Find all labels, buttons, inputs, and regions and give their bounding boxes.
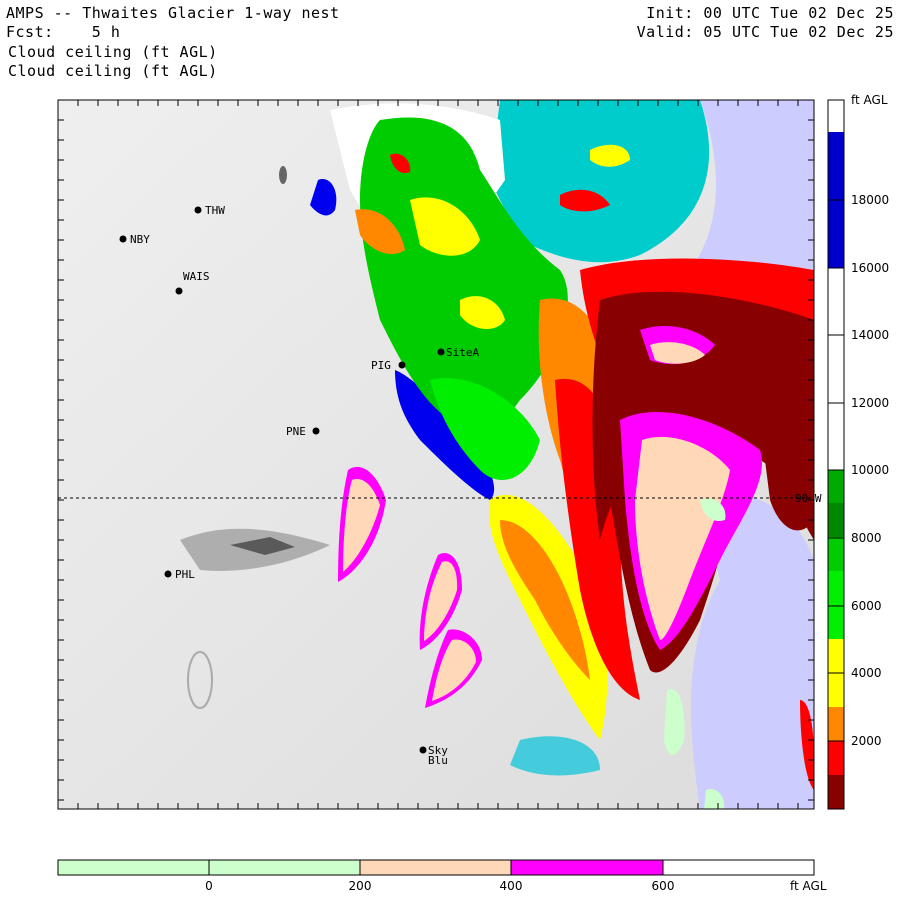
colorbar-bottom-tick: 400 bbox=[500, 879, 523, 893]
station-label-pne: PNE bbox=[286, 425, 306, 438]
station-dot-nby bbox=[119, 235, 127, 243]
colorbar-bottom-tick: 0 bbox=[205, 879, 213, 893]
colorbar-right-tick: 16000 bbox=[851, 261, 889, 275]
station-dot-sitea bbox=[437, 348, 445, 356]
colorbar-bottom-unit: ft AGL bbox=[790, 879, 827, 893]
colorbar-right-tick: 12000 bbox=[851, 396, 889, 410]
station-dot-pne bbox=[312, 427, 320, 435]
colorbar-right-tick: 8000 bbox=[851, 531, 882, 545]
station-label-nby: NBY bbox=[130, 233, 150, 246]
colorbar-right-tick: 18000 bbox=[851, 193, 889, 207]
station-label-wais: WAIS bbox=[183, 270, 210, 283]
colorbar-right-tick: 2000 bbox=[851, 734, 882, 748]
station-dot-wais bbox=[175, 287, 183, 295]
map-panel bbox=[58, 100, 814, 809]
colorbar-right-tick: 4000 bbox=[851, 666, 882, 680]
colorbar-bottom: 0 200 400 600 ft AGL bbox=[57, 859, 827, 893]
colorbar-bottom-tick: 600 bbox=[652, 879, 675, 893]
station-dot-thw bbox=[194, 206, 202, 214]
station-label-phl: PHL bbox=[175, 568, 195, 581]
colorbar-right-tick: 14000 bbox=[851, 328, 889, 342]
meridian-label: 90 W bbox=[795, 492, 822, 505]
station-label-pig: PIG bbox=[371, 359, 391, 372]
colorbar-bottom-tick: 200 bbox=[349, 879, 372, 893]
map-figure: 90 W THW NBY WAIS SiteA PIG PNE PHL Sky … bbox=[57, 93, 889, 893]
station-dot-pig bbox=[398, 361, 406, 369]
colorbar-right-tick: 6000 bbox=[851, 599, 882, 613]
colorbar-right-unit: ft AGL bbox=[851, 93, 888, 107]
station-dot-phl bbox=[164, 570, 172, 578]
station-dot-sky bbox=[419, 746, 427, 754]
station-label-thw: THW bbox=[205, 204, 225, 217]
station-label-blu: Blu bbox=[428, 754, 448, 767]
station-label-sitea: SiteA bbox=[446, 346, 479, 359]
colorbar-right-tick: 10000 bbox=[851, 463, 889, 477]
colorbar-right: ft AGL 18000 16000 14000 12000 10000 800… bbox=[827, 93, 889, 810]
